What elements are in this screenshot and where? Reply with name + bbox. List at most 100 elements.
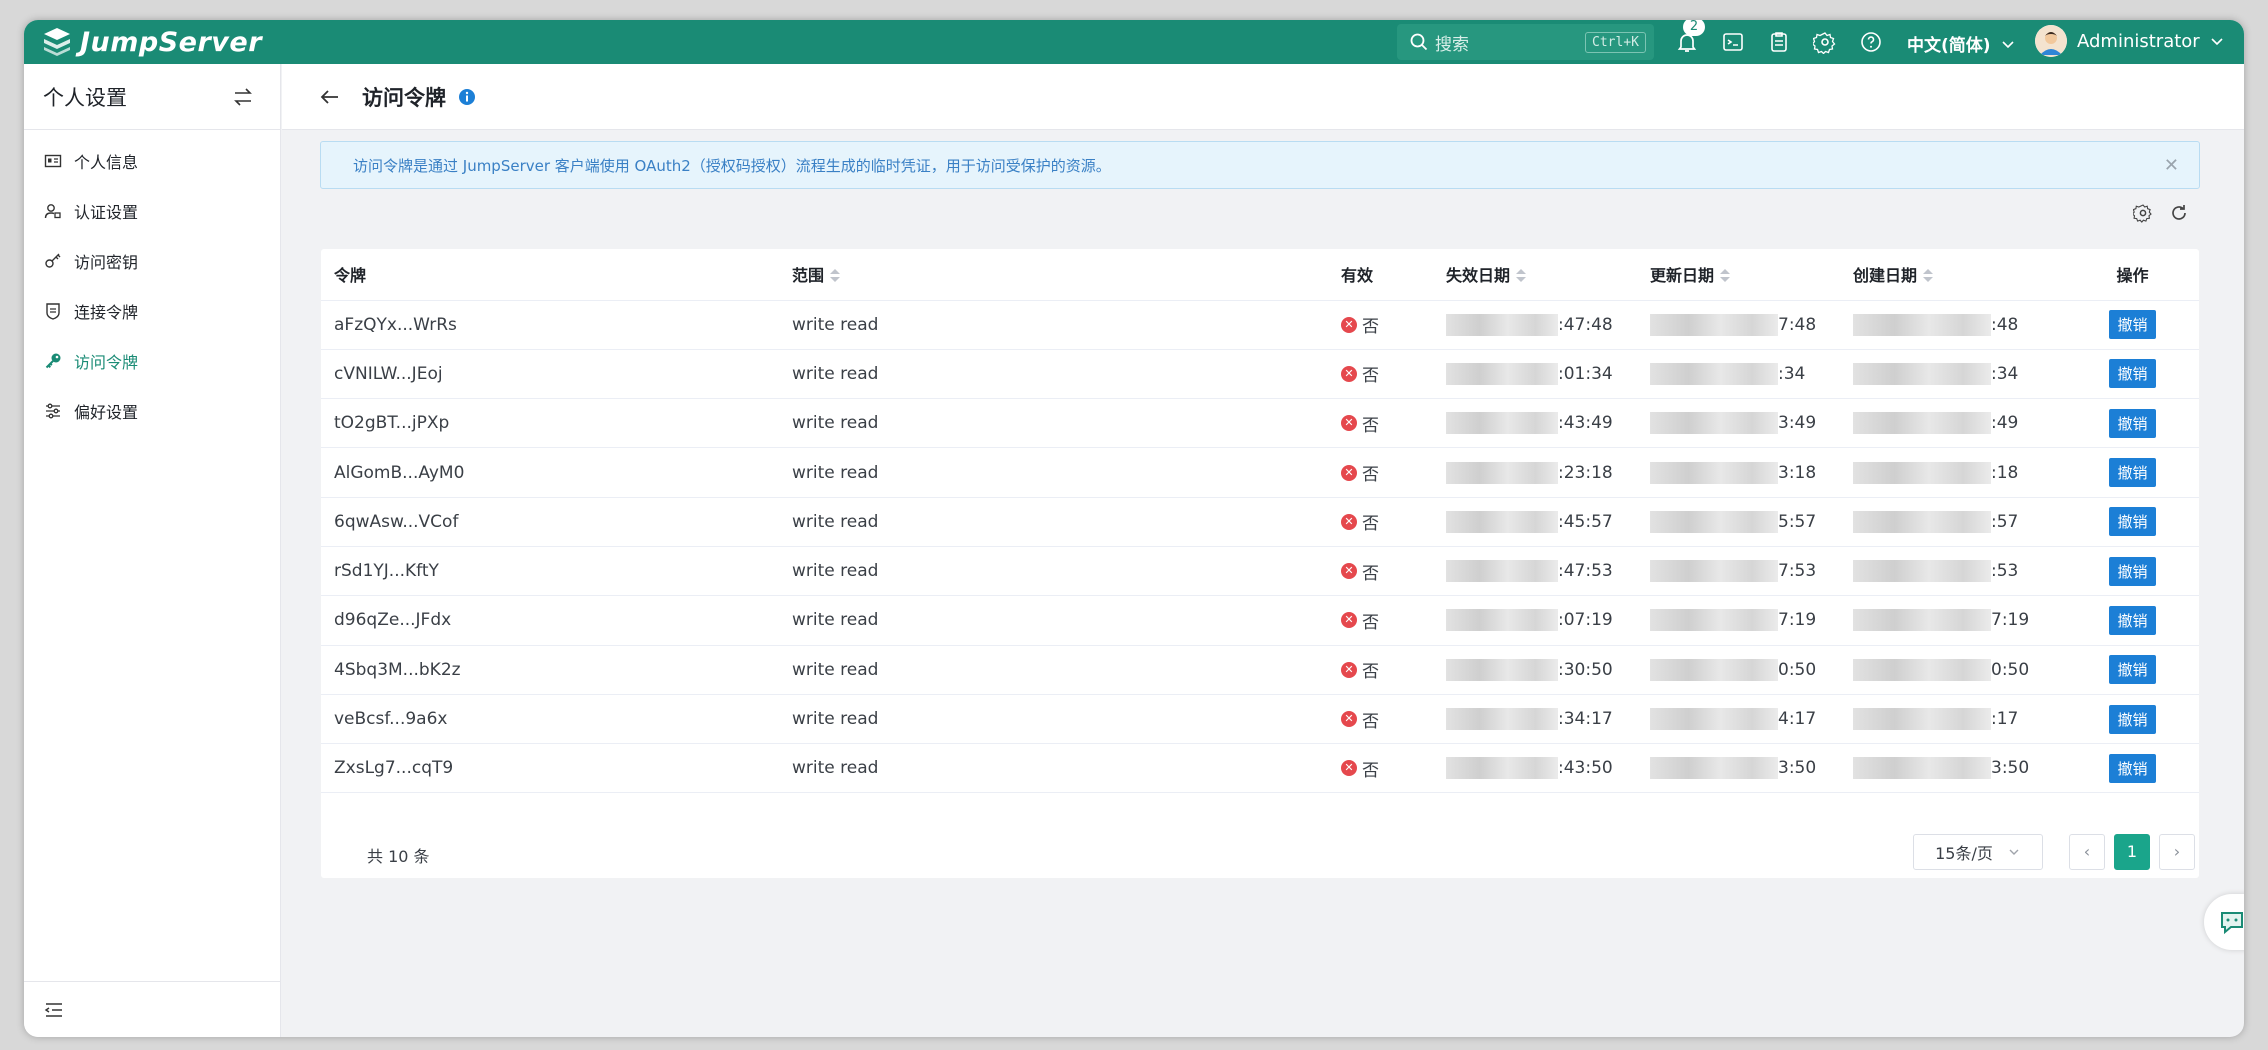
scope-value: write read [792,314,879,335]
token-value: ZxsLg7...cqT9 [334,758,454,779]
scope-cell: write read [779,595,1328,646]
search-icon [1410,33,1428,51]
updated-value: :34 [1778,363,1806,384]
redacted-date [1446,560,1558,583]
sidebar-header: 个人设置 [24,64,280,130]
expires-cell: :43:49 [1433,398,1637,449]
user-lock-icon [44,204,61,219]
created-value: :17 [1991,709,2019,730]
redacted-date [1853,362,1991,385]
token-cell: cVNILW...JEoj [321,349,779,400]
sort-icon[interactable] [830,268,841,285]
redacted-date [1650,313,1778,336]
expires-cell: :07:19 [1433,595,1637,646]
token-value: rSd1YJ...KftY [334,561,439,582]
updated-cell: 3:49 [1637,398,1840,449]
valid-value: 否 [1362,415,1379,436]
sidebar-item-preferences[interactable]: 偏好设置 [24,386,280,436]
scope-value: write read [792,709,879,730]
scope-cell: write read [779,398,1328,449]
top-bar: JumpServer 搜索 Ctrl+K 2 中文(简体) Administra… [24,20,2244,64]
expires-value: :47:48 [1558,314,1613,335]
sidebar-item-connection-token[interactable]: 连接令牌 [24,286,280,336]
column-header-scope[interactable]: 范围 [779,249,1328,301]
switch-icon[interactable] [232,86,254,108]
redacted-date [1650,510,1778,533]
expires-cell: :47:48 [1433,300,1637,350]
revoke-button[interactable]: 撤销 [2109,359,2156,389]
expires-cell: :34:17 [1433,694,1637,745]
created-value: :34 [1991,363,2019,384]
search-box[interactable]: 搜索 Ctrl+K [1397,24,1654,60]
table-row: veBcsf...9a6x write read ✕ 否:34:17 4:17:17 撤销 [321,694,2199,745]
valid-cell: ✕ 否 [1328,398,1433,449]
valid-status: ✕ 否 [1341,657,1379,682]
scope-cell: write read [779,300,1328,350]
revoke-button[interactable]: 撤销 [2109,458,2156,488]
sort-icon[interactable] [1516,268,1527,285]
prev-page-button[interactable]: ‹ [2069,834,2105,870]
expires-value: :45:57 [1558,511,1613,532]
key-icon [45,253,61,268]
logo[interactable]: JumpServer [40,25,262,59]
sort-icon[interactable] [1923,268,1934,285]
revoke-button[interactable]: 撤销 [2109,753,2156,783]
updated-cell: 3:50 [1637,743,1840,794]
sidebar-item-access-key[interactable]: 访问密钥 [24,236,280,286]
sort-icon[interactable] [1720,268,1731,285]
alert-text: 访问令牌是通过 JumpServer 客户端使用 OAuth2（授权码授权）流程… [353,156,1111,175]
table-row: 4Sbq3M...bK2z write read ✕ 否:30:50 0:50 0:50 撤… [321,645,2199,695]
help-icon[interactable] [1859,30,1883,54]
language-selector[interactable]: 中文(简体) [1907,31,2015,56]
invalid-icon: ✕ [1341,316,1357,333]
revoke-button[interactable]: 撤销 [2109,408,2156,438]
column-header-expires[interactable]: 失效日期 [1433,249,1637,301]
valid-cell: ✕ 否 [1328,349,1433,400]
collapse-menu-icon[interactable] [44,1000,64,1020]
search-shortcut: Ctrl+K [1585,31,1646,53]
valid-value: 否 [1362,612,1379,633]
revoke-button[interactable]: 撤销 [2109,310,2156,340]
close-icon[interactable]: ✕ [2164,155,2179,176]
info-icon[interactable] [458,88,476,106]
refresh-icon[interactable] [2169,203,2189,223]
column-label: 失效日期 [1446,266,1511,286]
column-header-updated[interactable]: 更新日期 [1637,249,1840,301]
terminal-icon[interactable] [1721,30,1745,54]
column-label: 范围 [792,266,825,286]
page-button-current[interactable]: 1 [2114,834,2150,870]
sidebar-item-label: 访问密钥 [74,253,139,272]
valid-value: 否 [1362,317,1379,338]
redacted-date [1446,609,1558,632]
valid-cell: ✕ 否 [1328,546,1433,597]
updated-value: 7:19 [1778,610,1817,631]
sidebar-item-auth-settings[interactable]: 认证设置 [24,186,280,236]
revoke-button[interactable]: 撤销 [2109,556,2156,586]
column-header-created[interactable]: 创建日期 [1840,249,2066,301]
redacted-date [1650,412,1778,435]
revoke-button[interactable]: 撤销 [2109,704,2156,734]
table-settings-icon[interactable] [2133,203,2153,223]
user-menu[interactable]: Administrator [2035,25,2224,57]
sidebar-item-profile[interactable]: 个人信息 [24,136,280,186]
shield-icon [46,303,60,320]
next-page-button[interactable]: › [2159,834,2195,870]
gear-icon[interactable] [1813,30,1837,54]
scope-value: write read [792,610,879,631]
revoke-button[interactable]: 撤销 [2109,507,2156,537]
revoke-button[interactable]: 撤销 [2109,605,2156,635]
token-value: 4Sbq3M...bK2z [334,659,461,680]
redacted-date [1446,708,1558,731]
token-value: aFzQYx...WrRs [334,314,457,335]
valid-value: 否 [1362,514,1379,535]
token-value: cVNILW...JEoj [334,363,443,384]
sliders-icon [46,403,60,419]
clipboard-icon[interactable] [1767,30,1791,54]
chat-assistant-button[interactable] [2204,894,2244,950]
page-size-select[interactable]: 15条/页 [1913,834,2043,870]
sidebar: 个人设置 个人信息 认证设置 访问密钥 连接令牌 访问令牌 偏好设置 [24,64,281,1037]
back-arrow-icon[interactable] [318,85,342,109]
revoke-button[interactable]: 撤销 [2109,655,2156,685]
created-value: :49 [1991,413,2019,434]
sidebar-item-access-token[interactable]: 访问令牌 [24,336,280,386]
